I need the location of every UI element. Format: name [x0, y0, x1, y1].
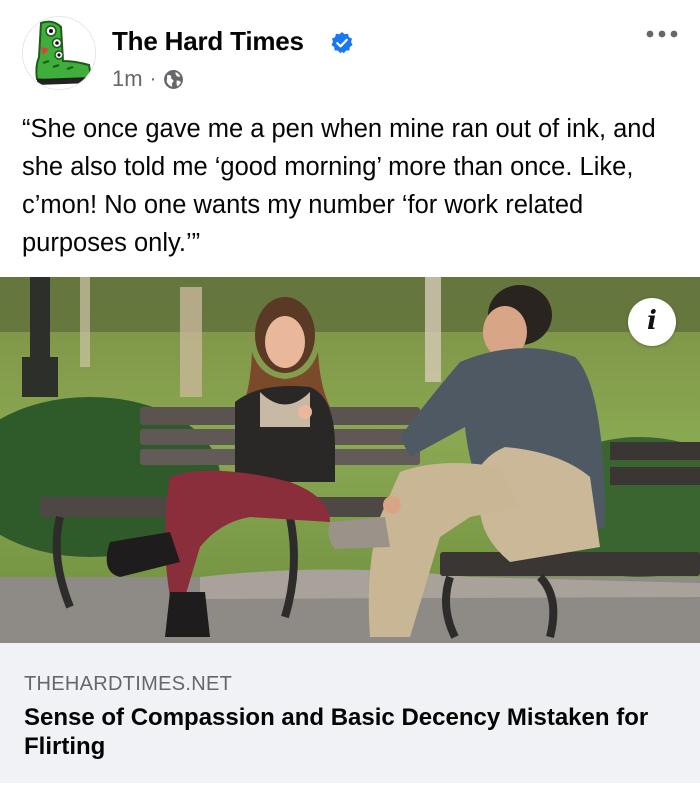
page-avatar[interactable]: [22, 16, 96, 90]
image-info-button[interactable]: i: [628, 298, 676, 346]
post-footer-spacer: [0, 783, 700, 806]
link-domain: THEHARDTIMES.NET: [24, 673, 233, 695]
meta-separator: ·: [149, 67, 157, 90]
verified-badge-icon: [331, 32, 353, 54]
link-preview-card[interactable]: THEHARDTIMES.NET Sense of Compassion and…: [0, 643, 700, 783]
page-name[interactable]: The Hard Times: [112, 26, 304, 57]
post-caption: “She once gave me a pen when mine ran ou…: [22, 115, 656, 257]
info-icon: i: [647, 306, 657, 336]
park-bench-photo: [0, 277, 700, 643]
globe-icon[interactable]: [163, 69, 184, 90]
post-timestamp[interactable]: 1m: [112, 66, 143, 92]
post-meta: 1m ·: [112, 66, 184, 92]
link-title[interactable]: Sense of Compassion and Basic Decency Mi…: [24, 703, 684, 761]
more-options-icon[interactable]: [645, 24, 679, 44]
monster-avatar-icon: [23, 17, 95, 89]
post-header: The Hard Times 1m ·: [0, 0, 700, 100]
link-preview-image[interactable]: [0, 277, 700, 643]
